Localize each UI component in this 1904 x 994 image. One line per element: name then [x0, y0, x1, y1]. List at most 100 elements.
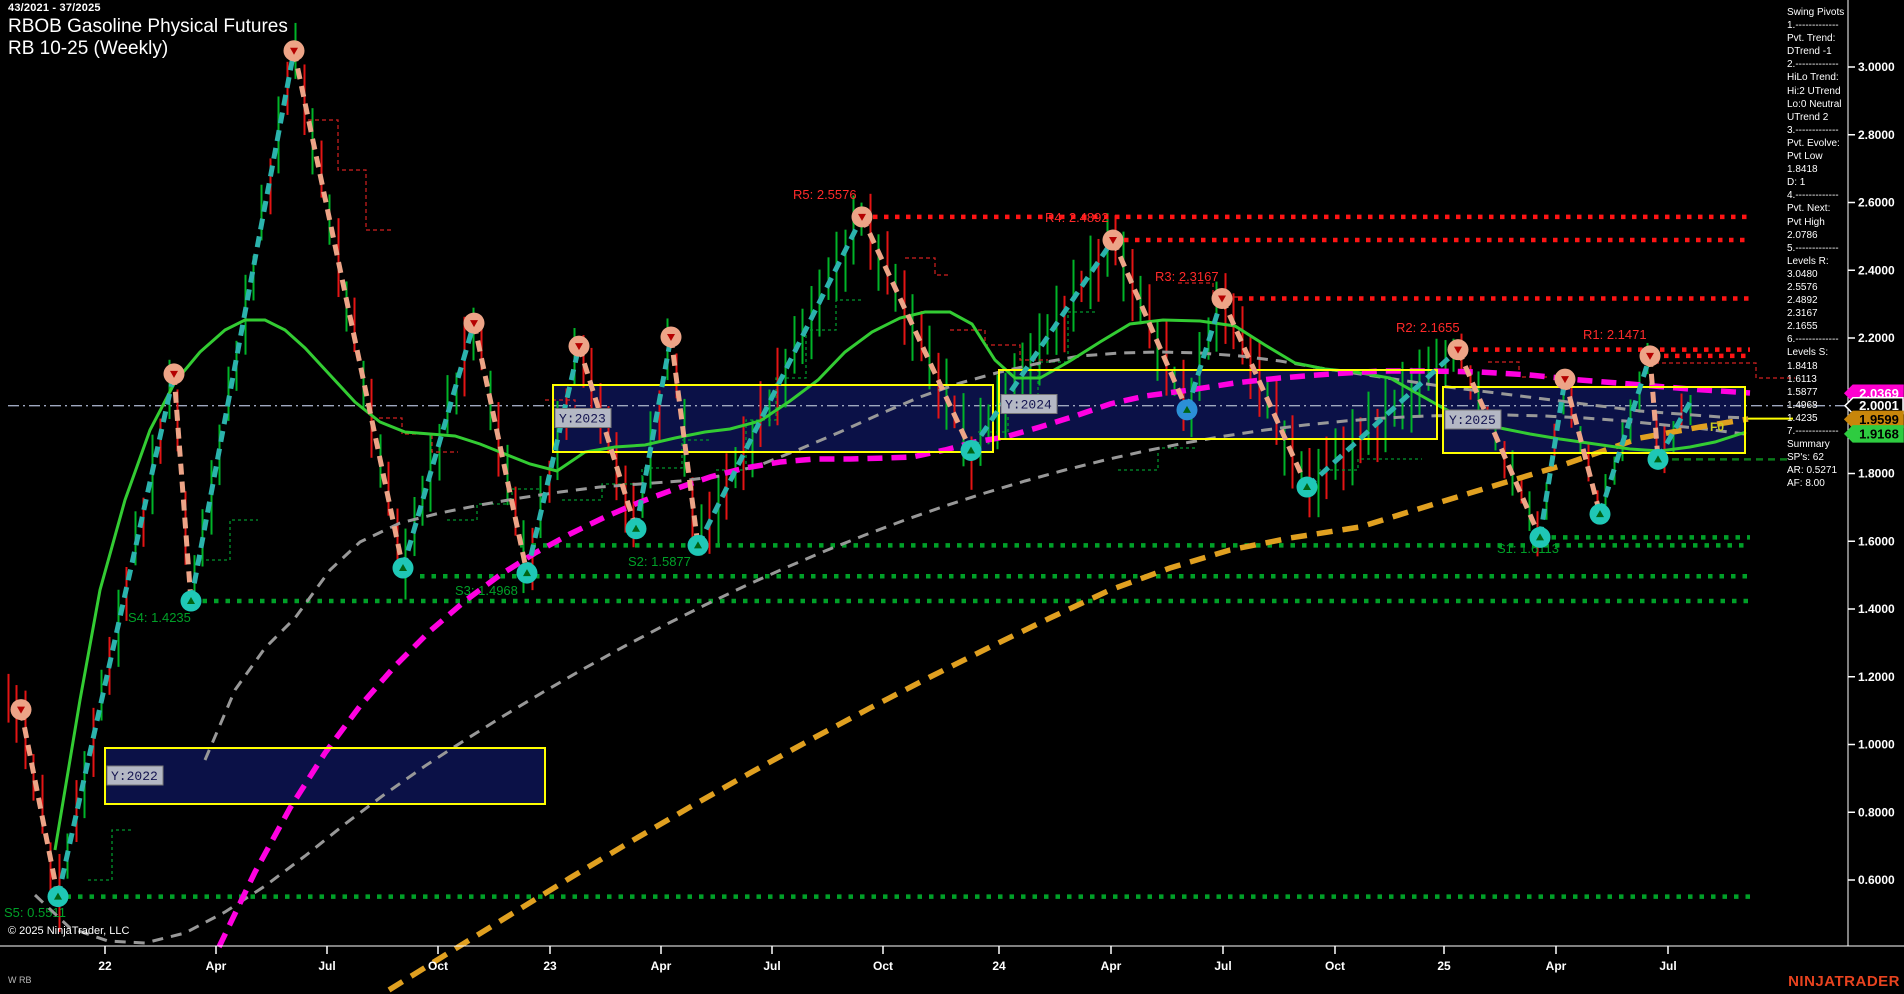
time-tick-label: 23 [543, 959, 557, 973]
price-tick-label: 1.2000 [1858, 670, 1895, 684]
time-tick-label: Apr [651, 959, 672, 973]
time-tick-label: Oct [1325, 959, 1345, 973]
hilo-step-down [1648, 363, 1795, 378]
f0-label: F0 [1710, 420, 1724, 434]
year-label: Y:2024 [1005, 398, 1052, 413]
panel-line: 1.8418 [1787, 360, 1847, 373]
support-label: S3: 1.4968 [455, 583, 518, 598]
resistance-label: R5: 2.5576 [793, 187, 857, 202]
time-tick-label: 25 [1437, 959, 1451, 973]
orange-ma-line [389, 419, 1748, 990]
panel-line: Swing Pivots [1787, 6, 1847, 19]
panel-line: 2.------------- [1787, 58, 1847, 71]
panel-line: AR: 0.5271 [1787, 464, 1847, 477]
panel-line: Hi:2 UTrend [1787, 85, 1847, 98]
panel-line: 1.6113 [1787, 373, 1847, 386]
price-tick-label: 2.6000 [1858, 196, 1895, 210]
time-tick-label: 24 [992, 959, 1006, 973]
price-marker-value: 1.9599 [1859, 412, 1899, 427]
panel-line: Pvt. Trend: [1787, 32, 1847, 45]
zigzag-up-leg [58, 374, 174, 897]
panel-line: 4.------------- [1787, 189, 1847, 202]
panel-line: 1.8418 [1787, 163, 1847, 176]
price-tick-label: 1.8000 [1858, 467, 1895, 481]
panel-line: Levels S: [1787, 346, 1847, 359]
hilo-step-up [88, 830, 134, 880]
panel-line: 2.1655 [1787, 320, 1847, 333]
panel-line: AF: 8.00 [1787, 477, 1847, 490]
resistance-label: R1: 2.1471 [1583, 327, 1647, 342]
support-label: S1: 1.6113 [1497, 541, 1559, 556]
price-tick-label: 2.4000 [1858, 263, 1895, 277]
resistance-label: R4: 2.4892 [1045, 210, 1109, 225]
hilo-step-down [1178, 283, 1242, 297]
price-tick-label: 0.8000 [1858, 805, 1895, 819]
hilo-step-up [447, 489, 542, 520]
magenta-ma-line [219, 371, 1750, 947]
support-label: S5: 0.5511 [4, 905, 66, 920]
time-tick-label: Oct [428, 959, 448, 973]
panel-line: 1.4235 [1787, 412, 1847, 425]
time-tick-label: Jul [763, 959, 780, 973]
price-tick-label: 0.6000 [1858, 873, 1895, 887]
time-tick-label: Apr [1546, 959, 1567, 973]
price-tick-label: 1.6000 [1858, 534, 1895, 548]
zigzag-down-leg [474, 323, 527, 573]
time-tick-label: Jul [1214, 959, 1231, 973]
price-marker-value: 1.9168 [1859, 426, 1899, 441]
panel-line: 1.------------- [1787, 19, 1847, 32]
price-tick-label: 2.2000 [1858, 331, 1895, 345]
swing-pivots-panel: Swing Pivots1.-------------Pvt. Trend:DT… [1787, 6, 1847, 490]
panel-line: 1.5877 [1787, 386, 1847, 399]
panel-line: Pvt High [1787, 216, 1847, 229]
hilo-step-up [200, 520, 258, 560]
time-tick-label: 22 [98, 959, 112, 973]
panel-line: 2.5576 [1787, 281, 1847, 294]
time-tick-label: Apr [1101, 959, 1122, 973]
hilo-step-up [1118, 448, 1198, 470]
resistance-label: R3: 2.3167 [1155, 269, 1219, 284]
panel-line: 5.------------- [1787, 242, 1847, 255]
panel-line: 2.3167 [1787, 307, 1847, 320]
zigzag-up-leg [403, 323, 474, 568]
year-label: Y:2025 [1449, 413, 1496, 428]
panel-line: DTrend -1 [1787, 45, 1847, 58]
zigzag-up-leg [698, 217, 862, 546]
panel-line: Lo:0 Neutral [1787, 98, 1847, 111]
support-label: S2: 1.5877 [628, 554, 691, 569]
panel-line: 2.4892 [1787, 294, 1847, 307]
zigzag-down-leg [21, 710, 58, 897]
price-chart-canvas[interactable]: R5: 2.5576R4: 2.4892R3: 2.3167R2: 2.1655… [0, 0, 1904, 994]
time-tick-label: Jul [318, 959, 335, 973]
price-tick-label: 3.0000 [1858, 60, 1895, 74]
panel-line: 2.0786 [1787, 229, 1847, 242]
panel-line: 3.------------- [1787, 124, 1847, 137]
panel-line: SP's: 62 [1787, 451, 1847, 464]
panel-line: 7.------------- [1787, 425, 1847, 438]
panel-line: UTrend 2 [1787, 111, 1847, 124]
panel-line: HiLo Trend: [1787, 71, 1847, 84]
chart-window: R5: 2.5576R4: 2.4892R3: 2.3167R2: 2.1655… [0, 0, 1904, 994]
ninjatrader-logo: NINJATRADER [1788, 973, 1900, 990]
slow-gray-ma-line [35, 415, 1745, 943]
price-tick-label: 1.4000 [1858, 602, 1895, 616]
panel-line: Pvt. Next: [1787, 202, 1847, 215]
panel-line: D: 1 [1787, 176, 1847, 189]
price-tick-label: 1.0000 [1858, 738, 1895, 752]
panel-line: Pvt Low [1787, 150, 1847, 163]
time-tick-label: Apr [206, 959, 227, 973]
support-label: S4: 1.4235 [128, 610, 191, 625]
panel-line: 6.------------- [1787, 333, 1847, 346]
panel-line: Summary [1787, 438, 1847, 451]
panel-line: 3.0480 [1787, 268, 1847, 281]
year-range-box [999, 370, 1437, 439]
copyright-label: © 2025 NinjaTrader, LLC [8, 925, 129, 937]
time-tick-label: Oct [873, 959, 893, 973]
series-tag: W RB [8, 975, 32, 985]
year-label: Y:2023 [559, 412, 606, 427]
hilo-step-down [905, 258, 950, 275]
panel-line: 1.4968 [1787, 399, 1847, 412]
panel-line: Pvt. Evolve: [1787, 137, 1847, 150]
time-tick-label: Jul [1659, 959, 1676, 973]
year-label: Y:2022 [111, 769, 158, 784]
